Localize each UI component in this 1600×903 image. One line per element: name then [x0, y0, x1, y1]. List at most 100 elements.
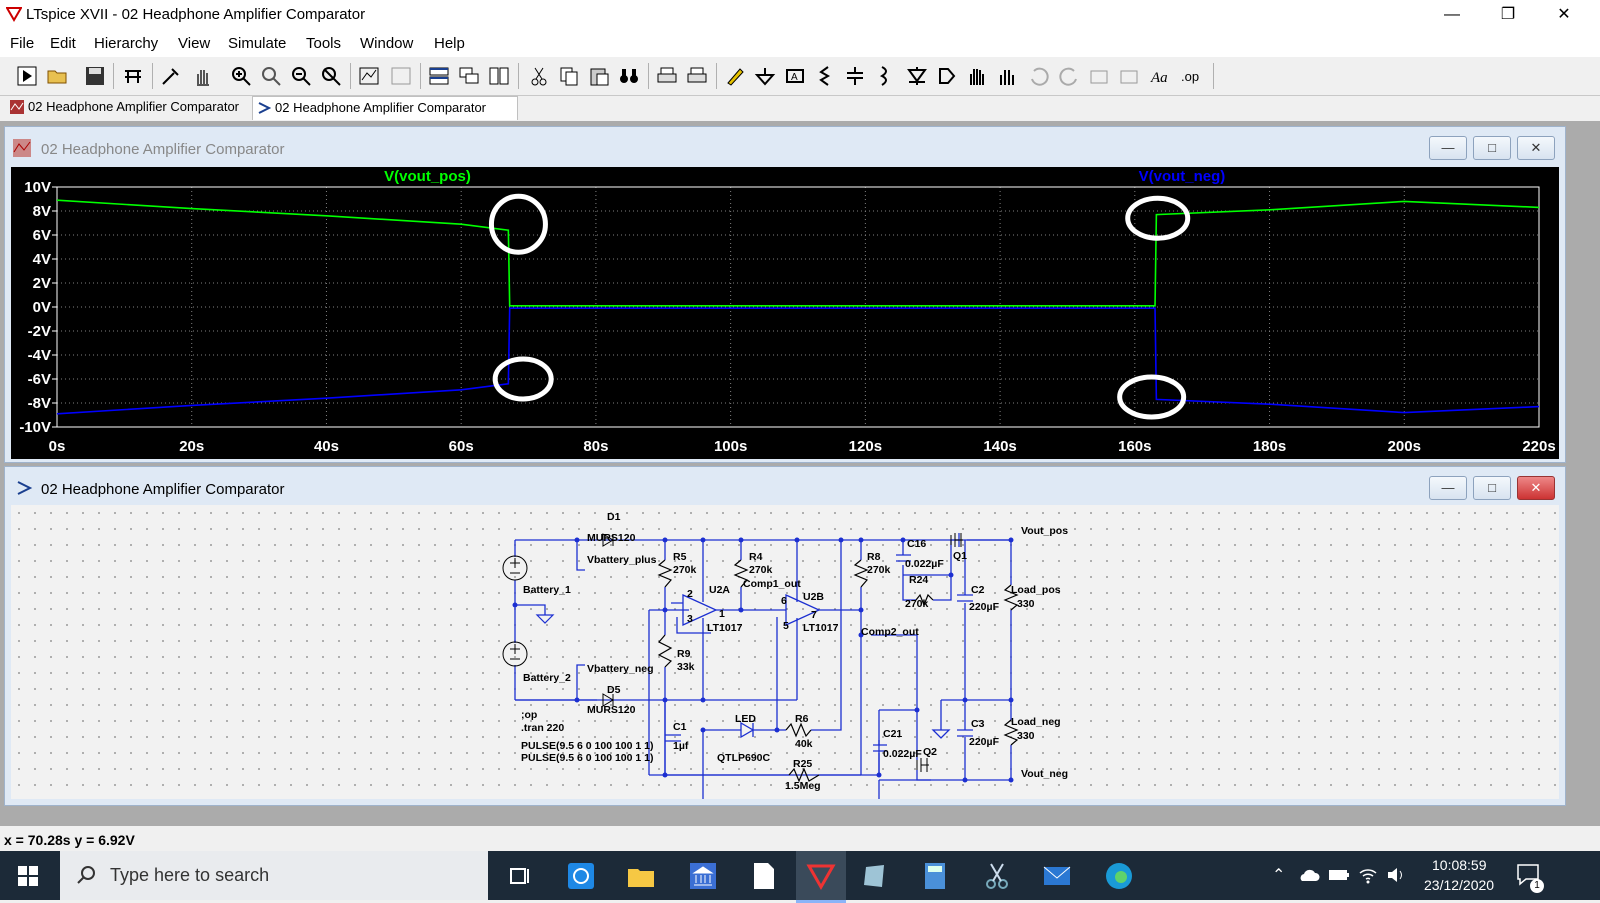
redo-icon[interactable] [1058, 65, 1080, 87]
schematic-label[interactable]: 0.022µF [883, 748, 922, 760]
schematic-label[interactable]: LT1017 [707, 622, 743, 634]
zoom-in-icon[interactable] [230, 65, 252, 87]
notes-app-icon[interactable] [860, 861, 890, 891]
schematic-label[interactable]: R25 [793, 758, 812, 770]
schematic-label[interactable]: 220µF [969, 601, 1000, 613]
schematic-label[interactable]: LT1017 [803, 622, 839, 634]
schematic-label[interactable]: MURS120 [587, 532, 636, 544]
calculator-icon[interactable] [920, 861, 950, 891]
schematic-label[interactable]: Comp2_out [861, 626, 919, 638]
undo-icon[interactable] [1028, 65, 1050, 87]
schematic-label[interactable]: Q2 [923, 746, 937, 758]
schematic-label[interactable]: 270k [673, 564, 697, 576]
run-icon[interactable] [16, 65, 38, 87]
schematic-label[interactable]: R9 [677, 648, 691, 660]
cascade-icon[interactable] [458, 65, 480, 87]
waveform-plot[interactable]: 0s 20s 40s 60s 80s 100s 120s 140s 160s 180s 200s 22… [11, 167, 1559, 459]
volume-icon[interactable] [1386, 865, 1408, 885]
schematic-label[interactable]: R24 [909, 574, 928, 586]
waveform-close-button[interactable]: ✕ [1517, 136, 1555, 160]
schematic-label[interactable]: 1µf [673, 740, 689, 752]
waveform-maximize-button[interactable]: □ [1473, 136, 1511, 160]
drag-hand-icon[interactable] [996, 65, 1018, 87]
print-icon[interactable] [656, 65, 678, 87]
schematic-label[interactable]: D1 [607, 511, 621, 523]
schematic-label[interactable]: Comp1_out [743, 578, 801, 590]
menu-help[interactable]: Help [434, 35, 465, 52]
schematic-label[interactable]: 33k [677, 661, 695, 673]
tile-horizontal-icon[interactable] [428, 65, 450, 87]
menu-edit[interactable]: Edit [50, 35, 76, 52]
schematic-label[interactable]: 5 [783, 620, 789, 632]
diode-icon[interactable] [906, 65, 928, 87]
autorange-icon[interactable] [358, 65, 380, 87]
spice-directive-icon[interactable]: .op [1180, 65, 1202, 87]
zoom-fit-icon[interactable] [260, 65, 282, 87]
print-setup-icon[interactable] [686, 65, 708, 87]
component-icon[interactable] [936, 65, 958, 87]
rotate-icon[interactable] [1088, 65, 1110, 87]
menu-hierarchy[interactable]: Hierarchy [94, 35, 158, 52]
schematic-label[interactable]: C16 [907, 538, 926, 550]
save-icon[interactable] [84, 65, 106, 87]
schematic-label[interactable]: R6 [795, 713, 809, 725]
schematic-label[interactable]: R5 [673, 551, 687, 563]
schematic-label[interactable]: R4 [749, 551, 763, 563]
schematic-label[interactable]: 2 [687, 588, 693, 600]
pan-hand-icon[interactable] [192, 65, 214, 87]
schematic-label[interactable]: 270k [905, 598, 929, 610]
schematic-label[interactable]: Q1 [953, 550, 967, 562]
windows-start-icon[interactable] [18, 866, 38, 886]
schematic-minimize-button[interactable]: — [1429, 476, 1467, 500]
task-view-icon[interactable] [505, 861, 535, 891]
notepad-icon[interactable] [748, 861, 778, 891]
minimize-button[interactable]: — [1424, 0, 1480, 30]
schematic-label[interactable]: U2B [803, 591, 824, 603]
schematic-label[interactable]: LED [735, 713, 756, 725]
clock-date[interactable]: 23/12/2020 [1424, 877, 1494, 893]
schematic-label[interactable]: 1 [719, 608, 725, 620]
schematic-label[interactable]: Battery_1 [523, 584, 571, 596]
control-panel-icon[interactable] [122, 65, 144, 87]
find-binoculars-icon[interactable] [618, 65, 640, 87]
schematic-label[interactable]: R8 [867, 551, 881, 563]
mail-icon[interactable] [1042, 861, 1072, 891]
menu-file[interactable]: File [10, 35, 34, 52]
schematic-label[interactable]: 1.5Meg [785, 780, 821, 792]
close-button[interactable]: ✕ [1536, 0, 1592, 30]
bank-app-icon[interactable] [688, 861, 718, 891]
tab-waveform[interactable]: 02 Headphone Amplifier Comparator [6, 96, 260, 119]
schematic-label[interactable]: C1 [673, 721, 687, 733]
schematic-label[interactable]: Vout_neg [1021, 768, 1068, 780]
ltspice-taskbar-button[interactable] [796, 851, 846, 903]
waveform-minimize-button[interactable]: — [1429, 136, 1467, 160]
inductor-icon[interactable] [874, 65, 896, 87]
schematic-label[interactable]: 270k [867, 564, 891, 576]
label-net-icon[interactable]: A [784, 65, 806, 87]
schematic-label[interactable]: .tran 220 [521, 722, 564, 734]
schematic-label[interactable]: PULSE(9.5 6 0 100 100 1 1) [521, 740, 654, 752]
schematic-label[interactable]: Vbattery_plus [587, 554, 657, 566]
grid-toggle-icon[interactable] [390, 65, 412, 87]
schematic-label[interactable]: C3 [971, 718, 985, 730]
schematic-label[interactable]: Vbattery_neg [587, 663, 654, 675]
schematic-label[interactable]: 330 [1017, 730, 1035, 742]
tab-schematic[interactable]: 02 Headphone Amplifier Comparator [252, 96, 518, 120]
schematic-label[interactable]: PULSE(9.5 6 0 100 100 1 1) [521, 752, 654, 764]
schematic-label[interactable]: 220µF [969, 736, 1000, 748]
move-hand-icon[interactable] [966, 65, 988, 87]
restore-button[interactable]: ❐ [1480, 0, 1536, 30]
menu-view[interactable]: View [178, 35, 210, 52]
menu-window[interactable]: Window [360, 35, 413, 52]
battery-icon[interactable] [1328, 869, 1350, 881]
schematic-label[interactable]: Load_pos [1011, 584, 1061, 596]
file-explorer-icon[interactable] [626, 861, 656, 891]
schematic-label[interactable]: MURS120 [587, 704, 636, 716]
schematic-label[interactable]: 6 [781, 595, 787, 607]
probe-icon[interactable] [160, 65, 182, 87]
snipping-tool-icon[interactable] [982, 861, 1012, 891]
copy-icon[interactable] [558, 65, 580, 87]
text-icon[interactable]: Aa [1150, 65, 1172, 87]
zoom-out-icon[interactable] [290, 65, 312, 87]
schematic-close-button[interactable]: ✕ [1517, 476, 1555, 500]
